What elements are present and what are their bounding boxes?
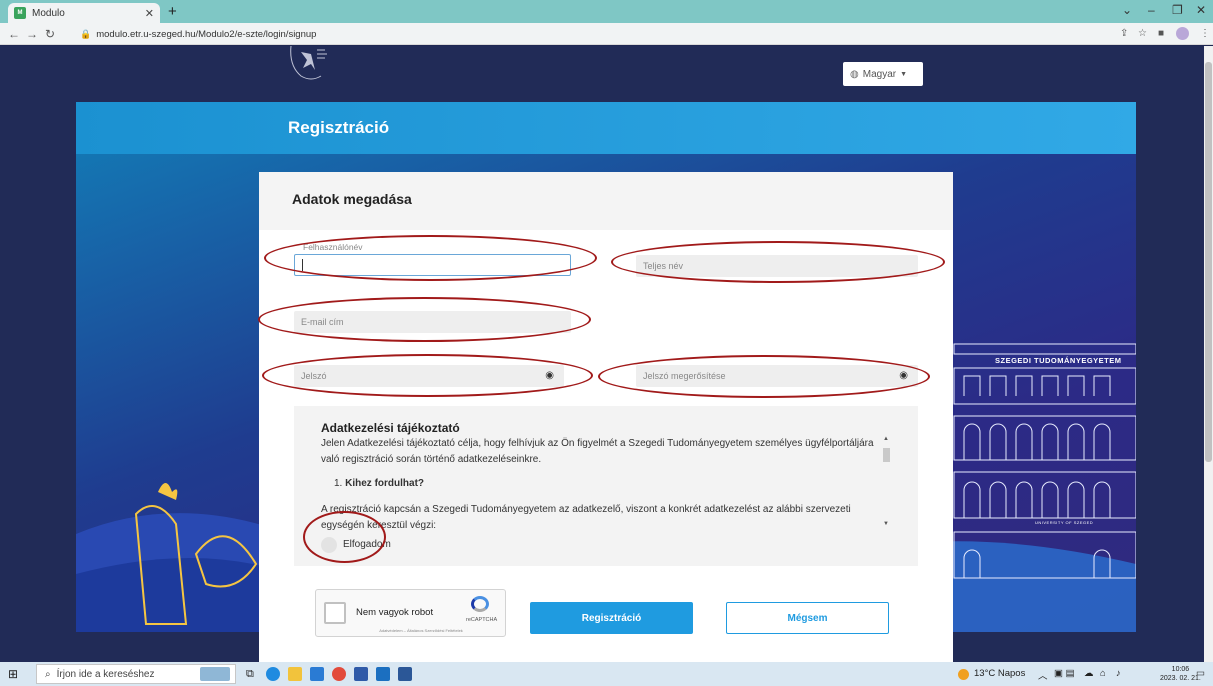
page-title: Regisztráció: [288, 118, 390, 137]
tray-chevron-icon[interactable]: ︿: [1038, 668, 1048, 682]
address-bar: ← → ↻ 🔒 modulo.etr.u-szeged.hu/Modulo2/e…: [0, 23, 1213, 45]
username-input[interactable]: [294, 254, 571, 276]
profile-avatar[interactable]: [1176, 27, 1189, 40]
privacy-notice: Adatkezelési tájékoztató Jelen Adatkezel…: [294, 406, 918, 566]
title-banner: Regisztráció: [76, 102, 1136, 154]
file-explorer-icon[interactable]: [288, 667, 302, 681]
page-content: ◍ Magyar ▼ Regisztráció SZEGEDI TUDOMÁNY…: [0, 46, 1213, 662]
scroll-up-icon[interactable]: ▲: [883, 436, 889, 442]
registration-card: Adatok megadása Felhasználónév Teljes né…: [259, 172, 953, 662]
calendar-icon[interactable]: [354, 667, 368, 681]
recaptcha-logo-icon: [471, 596, 489, 612]
page-scrollbar[interactable]: [1204, 46, 1213, 662]
accept-toggle[interactable]: [321, 537, 337, 553]
email-placeholder: E-mail cím: [301, 317, 344, 327]
windows-taskbar: ⊞ ⌕ Írjon ide a kereséshez ⧉ 13°C Napos …: [0, 662, 1213, 686]
close-window-icon[interactable]: ✕: [1196, 3, 1206, 17]
new-tab-button[interactable]: +: [168, 3, 177, 20]
tab-title: Modulo: [32, 7, 65, 19]
onedrive-icon[interactable]: ☁: [1084, 668, 1094, 679]
clock-time: 10:06: [1171, 666, 1190, 673]
notification-icon[interactable]: ▭: [1196, 668, 1205, 679]
forward-icon[interactable]: →: [26, 27, 38, 41]
card-header: Adatok megadása: [259, 172, 953, 230]
volume-icon[interactable]: ♪: [1116, 668, 1121, 679]
language-dropdown[interactable]: ◍ Magyar ▼: [843, 62, 923, 86]
weather-text[interactable]: 13°C Napos: [974, 668, 1025, 679]
eye-icon[interactable]: ◉: [545, 370, 554, 381]
privacy-paragraph: Jelen Adatkezelési tájékoztató célja, ho…: [321, 438, 874, 465]
recaptcha-label: Nem vagyok robot: [356, 607, 434, 618]
privacy-title: Adatkezelési tájékoztató: [321, 421, 460, 435]
side-panel-icon[interactable]: ■: [1158, 28, 1164, 39]
privacy-paragraph-2: A regisztráció kapcsán a Szegedi Tudomán…: [321, 504, 851, 531]
reload-icon[interactable]: ↻: [45, 27, 55, 41]
password-input[interactable]: Jelszó ◉: [294, 365, 564, 387]
url-field[interactable]: 🔒 modulo.etr.u-szeged.hu/Modulo2/e-szte/…: [80, 26, 1140, 42]
building-title-text: SZEGEDI TUDOMÁNYEGYETEM: [995, 356, 1122, 365]
tab-close-icon[interactable]: ✕: [145, 7, 154, 20]
cancel-button[interactable]: Mégsem: [726, 602, 889, 634]
tab-search-icon[interactable]: ⌄: [1122, 3, 1132, 17]
back-icon[interactable]: ←: [8, 27, 20, 41]
lock-icon: 🔒: [80, 28, 92, 39]
search-highlight-icon[interactable]: [200, 667, 230, 681]
modulo-favicon-icon: M: [14, 7, 26, 19]
word-icon[interactable]: [398, 667, 412, 681]
scroll-down-icon[interactable]: ▼: [883, 521, 889, 527]
url-text: modulo.etr.u-szeged.hu/Modulo2/e-szte/lo…: [96, 28, 317, 40]
username-label: Felhasználónév: [303, 242, 363, 252]
text-cursor: [302, 259, 303, 271]
taskbar-search-placeholder: Írjon ide a kereséshez: [56, 668, 155, 680]
password-placeholder: Jelszó: [301, 371, 327, 381]
outlook-icon[interactable]: [376, 667, 390, 681]
caret-down-icon: ▼: [900, 70, 908, 78]
page-scroll-thumb[interactable]: [1205, 62, 1212, 462]
password-confirm-placeholder: Jelszó megerősítése: [643, 371, 726, 381]
mail-icon[interactable]: [310, 667, 324, 681]
recaptcha-brand: reCAPTCHA: [466, 617, 498, 623]
task-view-icon[interactable]: ⧉: [246, 668, 254, 681]
recaptcha-terms-link[interactable]: Adatvédelem – Általános Szerződési Felté…: [336, 628, 506, 633]
list-item-text: Kihez fordulhat?: [345, 478, 425, 489]
browser-tab[interactable]: M Modulo ✕: [8, 3, 160, 23]
accept-label: Elfogadom: [343, 539, 391, 550]
network-icon[interactable]: ⌂: [1100, 668, 1106, 679]
menu-kebab-icon[interactable]: ⋮: [1200, 28, 1210, 39]
form-title: Adatok megadása: [292, 191, 412, 207]
list-item-number: 1.: [334, 478, 343, 489]
fullname-input[interactable]: Teljes név: [636, 255, 918, 277]
email-input[interactable]: E-mail cím: [294, 311, 571, 333]
register-button[interactable]: Regisztráció: [530, 602, 693, 634]
password-confirm-input[interactable]: Jelszó megerősítése ◉: [636, 365, 918, 387]
university-seal-logo: [290, 46, 327, 80]
recaptcha-widget: Nem vagyok robot reCAPTCHA Adatvédelem –…: [315, 589, 506, 637]
privacy-list-item: 1. Kihez fordulhat?: [334, 476, 904, 492]
privacy-scroll-thumb[interactable]: [883, 448, 890, 462]
chrome-icon[interactable]: [332, 667, 346, 681]
university-label-text: UNIVERSITY OF SZEGED: [1035, 520, 1094, 525]
eye-icon[interactable]: ◉: [899, 370, 908, 381]
globe-icon: ◍: [850, 68, 859, 80]
language-label: Magyar: [862, 68, 897, 80]
fullname-placeholder: Teljes név: [643, 261, 684, 271]
browser-tabbar: M Modulo ✕ + ⌄ – ❐ ✕: [0, 0, 1213, 23]
clock-date: 2023. 02. 21.: [1160, 675, 1201, 682]
taskbar-clock[interactable]: 10:06 2023. 02. 21.: [1160, 665, 1201, 683]
edge-icon[interactable]: [266, 667, 280, 681]
windows-start-icon[interactable]: ⊞: [8, 667, 18, 681]
share-icon[interactable]: ⇪: [1120, 28, 1128, 39]
maximize-icon[interactable]: ❐: [1172, 3, 1183, 17]
bookmark-star-icon[interactable]: ☆: [1138, 28, 1147, 39]
minimize-icon[interactable]: –: [1148, 3, 1155, 17]
recaptcha-checkbox[interactable]: [324, 602, 346, 624]
tray-apps-icon[interactable]: ▣ ▤: [1054, 668, 1075, 679]
search-icon: ⌕: [45, 668, 51, 680]
weather-sun-icon[interactable]: [958, 669, 969, 680]
